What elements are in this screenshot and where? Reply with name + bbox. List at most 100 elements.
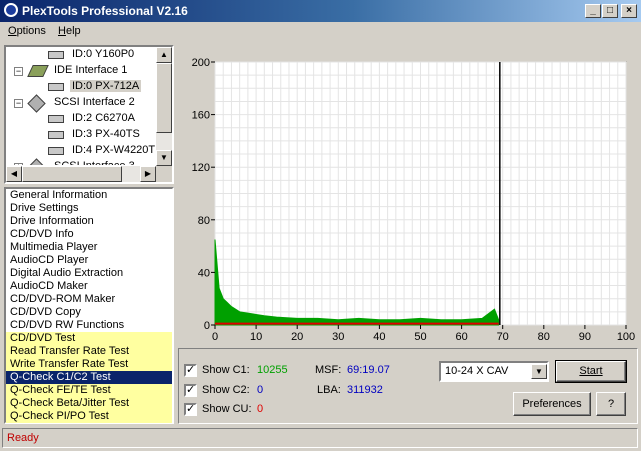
- x-tick-label: 0: [212, 331, 218, 343]
- y-tick-label: 160: [192, 110, 210, 122]
- lba-value: 311932: [347, 384, 383, 396]
- x-tick-label: 80: [538, 331, 550, 343]
- tree-node[interactable]: − IDE Interface 1: [6, 63, 156, 79]
- function-list-item[interactable]: CD/DVD Test: [6, 332, 172, 345]
- preferences-button[interactable]: Preferences: [513, 392, 591, 416]
- function-list-item[interactable]: Digital Audio Extraction: [6, 267, 172, 280]
- device-tree-vscrollbar[interactable]: ▲ ▼: [156, 47, 172, 166]
- function-list-item[interactable]: Write Transfer Rate Test: [6, 358, 172, 371]
- drive-icon: [48, 147, 64, 155]
- scroll-down-arrow-icon[interactable]: ▼: [156, 150, 172, 166]
- function-items: General Information Drive Settings Drive I…: [6, 189, 172, 423]
- x-tick-label: 60: [455, 331, 467, 343]
- function-list-item[interactable]: Drive Settings: [6, 202, 172, 215]
- tree-node[interactable]: ID:0 PX-712A: [6, 79, 156, 95]
- y-tick-label: 0: [204, 320, 210, 332]
- expand-plus-icon[interactable]: +: [14, 163, 23, 165]
- graph-panel: 0 10 20 30 40 50 60 70 80 90 100 0 40 80 120 160 200: [178, 46, 638, 346]
- drive-icon: [48, 131, 64, 139]
- c1-count: 10255: [257, 364, 288, 376]
- scroll-corner: [156, 166, 172, 182]
- maximize-button[interactable]: □: [602, 4, 618, 18]
- function-list-item[interactable]: AudioCD Player: [6, 254, 172, 267]
- hscroll-thumb[interactable]: [22, 166, 122, 182]
- msf-value: 69:19.07: [347, 364, 390, 376]
- plextools-app-icon[interactable]: [4, 3, 18, 17]
- scroll-up-arrow-icon[interactable]: ▲: [156, 47, 172, 63]
- status-text: Ready: [7, 432, 39, 444]
- menu-help-label: elp: [65, 25, 81, 37]
- function-list-item[interactable]: Multimedia Player: [6, 241, 172, 254]
- menu-options[interactable]: Options: [8, 25, 46, 37]
- x-tick-label: 40: [373, 331, 385, 343]
- show-c1-checkbox[interactable]: ✓: [184, 364, 197, 377]
- x-tick-label: 10: [250, 331, 262, 343]
- menu-help[interactable]: Help: [58, 25, 81, 37]
- c1-c2-chart: 0 10 20 30 40 50 60 70 80 90 100 0 40 80 120 160 200: [178, 46, 638, 346]
- tree-node[interactable]: ID:4 PX-W4220T: [6, 143, 156, 159]
- menu-options-hotkey: O: [8, 25, 17, 37]
- start-button[interactable]: Start: [555, 360, 627, 383]
- x-tick-label: 20: [291, 331, 303, 343]
- tree-node-label: SCSI Interface 3: [52, 160, 137, 165]
- function-list-item[interactable]: Q-Check PI/PO Test: [6, 410, 172, 423]
- collapse-minus-icon[interactable]: −: [14, 67, 23, 76]
- start-button-label: Start: [579, 365, 603, 377]
- y-tick-label: 80: [198, 215, 210, 227]
- tree-node[interactable]: − SCSI Interface 2: [6, 94, 156, 113]
- tree-node-label: SCSI Interface 2: [54, 96, 135, 108]
- tree-node[interactable]: + SCSI Interface 3: [6, 158, 156, 165]
- msf-label: MSF:: [315, 364, 342, 376]
- cu-count: 0: [257, 403, 264, 415]
- function-list-item[interactable]: Drive Information: [6, 215, 172, 228]
- menu-help-hotkey: H: [58, 25, 66, 37]
- tree-node[interactable]: ID:3 PX-40TS: [6, 127, 156, 143]
- close-button[interactable]: ×: [621, 4, 637, 18]
- collapse-minus-icon[interactable]: −: [14, 99, 23, 108]
- y-tick-label: 40: [198, 267, 210, 279]
- drive-icon: [48, 83, 64, 91]
- function-list-item[interactable]: CD/DVD-ROM Maker: [6, 293, 172, 306]
- tree-node[interactable]: ID:0 Y160P0: [6, 47, 156, 63]
- scroll-right-arrow-icon[interactable]: ▶: [140, 166, 156, 182]
- x-tick-label: 100: [617, 331, 635, 343]
- scsi-interface-icon: [27, 158, 46, 165]
- tree-node[interactable]: ID:2 C6270A: [6, 111, 156, 127]
- function-list-item[interactable]: General Information: [6, 189, 172, 202]
- drive-icon: [48, 51, 64, 59]
- drive-icon: [48, 115, 64, 123]
- function-list-item[interactable]: CD/DVD RW Functions: [6, 319, 172, 332]
- chevron-down-icon[interactable]: ▼: [531, 364, 547, 379]
- function-list-item[interactable]: Q-Check FE/TE Test: [6, 384, 172, 397]
- y-tick-label: 120: [192, 162, 210, 174]
- function-list-item[interactable]: Q-Check C1/C2 Test: [6, 371, 172, 384]
- show-c2-checkbox[interactable]: ✓: [184, 384, 197, 397]
- x-tick-label: 30: [332, 331, 344, 343]
- function-list-item[interactable]: Read Transfer Rate Test: [6, 345, 172, 358]
- device-tree-panel: ID:0 Y160P0− IDE Interface 1 ID:0 PX-712A −…: [4, 45, 174, 184]
- vscroll-thumb[interactable]: [156, 63, 172, 133]
- show-cu-checkbox[interactable]: ✓: [184, 403, 197, 416]
- function-list: General Information Drive Settings Drive I…: [4, 187, 174, 424]
- speed-select[interactable]: 10-24 X CAV ▼: [439, 361, 549, 382]
- results-panel: ✓ Show C1: 10255 ✓ Show C2: 0 ✓ Show CU:…: [178, 348, 638, 424]
- tree-node-label: ID:0 PX-712A: [70, 80, 142, 92]
- show-c1-label: Show C1:: [202, 364, 250, 376]
- scroll-left-arrow-icon[interactable]: ◀: [6, 166, 22, 182]
- device-tree: ID:0 Y160P0− IDE Interface 1 ID:0 PX-712A −…: [6, 47, 156, 165]
- speed-select-value: 10-24 X CAV: [445, 365, 509, 377]
- function-list-item[interactable]: CD/DVD Copy: [6, 306, 172, 319]
- minimize-button[interactable]: _: [585, 4, 601, 18]
- lba-label: LBA:: [317, 384, 341, 396]
- tree-node-label: IDE Interface 1: [54, 64, 128, 76]
- device-tree-hscrollbar[interactable]: ◀ ▶: [6, 166, 156, 182]
- help-button[interactable]: ?: [596, 392, 626, 416]
- x-tick-label: 90: [579, 331, 591, 343]
- function-list-item[interactable]: CD/DVD Info: [6, 228, 172, 241]
- function-list-item[interactable]: Q-Check Beta/Jitter Test: [6, 397, 172, 410]
- y-tick-label: 200: [192, 57, 210, 69]
- show-cu-label: Show CU:: [202, 403, 252, 415]
- function-list-item[interactable]: AudioCD Maker: [6, 280, 172, 293]
- c2-count: 0: [257, 384, 264, 396]
- title-bar: PlexTools Professional V2.16 _ □ ×: [0, 0, 641, 22]
